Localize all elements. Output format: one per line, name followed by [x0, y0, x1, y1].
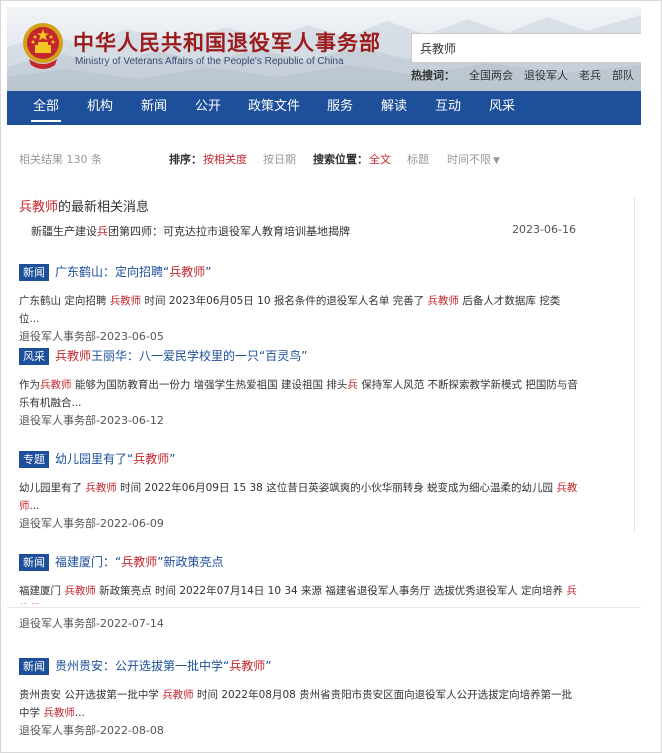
search-result: 新闻 福建厦门：“兵教师”新政策亮点 福建厦门 兵教师 新政策亮点 时间 2022…: [19, 553, 579, 604]
category-badge: 专题: [19, 451, 49, 468]
result-snippet: 幼儿园里有了 兵教师 时间 2022年06月09日 15 38 这位昔日英姿飒爽…: [19, 479, 579, 515]
snippet-text: 广东鹤山 定向招聘: [19, 295, 110, 307]
result-title-link[interactable]: 新闻 贵州贵安：公开选拔第一批中学“兵教师”: [19, 657, 579, 675]
snippet-highlight: 兵教师: [427, 295, 460, 307]
hotword-link[interactable]: 部队: [612, 69, 634, 82]
sort-relevance-link[interactable]: 按相关度: [203, 151, 247, 167]
hotword-link[interactable]: 退役军人: [524, 69, 568, 82]
result-source: 退役军人事务部-2023-06-05: [19, 330, 164, 343]
result-title-link[interactable]: 新闻 广东鹤山：定向招聘“兵教师”: [19, 263, 579, 281]
caret-down-icon: ▼: [493, 156, 500, 166]
snippet-highlight: 兵教师: [85, 482, 117, 494]
scope-all-link[interactable]: 全文: [369, 151, 391, 167]
search-result: 新闻 广东鹤山：定向招聘“兵教师” 广东鹤山 定向招聘 兵教师 时间 2023年0…: [19, 263, 579, 346]
nav-item-service[interactable]: 服务: [319, 91, 361, 125]
hotwords-label: 热搜词：: [411, 69, 455, 82]
snippet-text: ...: [29, 500, 40, 512]
nav-item-policy[interactable]: 政策文件: [241, 91, 307, 125]
snippet-highlight: 兵教师: [109, 295, 142, 307]
snippet-highlight: 兵教师: [40, 379, 72, 391]
time-filter-dropdown[interactable]: 时间不限 ▼: [447, 151, 500, 167]
snippet-text: 能够为国防教育出一份力 增强学生热爱祖国 建设祖国 排头: [71, 379, 348, 391]
national-emblem-icon: [23, 23, 63, 69]
snippet-highlight: 兵: [347, 379, 358, 391]
category-badge: 新闻: [19, 554, 49, 571]
snippet-highlight: 兵教师: [64, 585, 96, 597]
result-source: 退役军人事务部-2022-08-08: [19, 724, 164, 737]
page-frame: 中华人民共和国退役军人事务部 Ministry of Veterans Affa…: [0, 0, 662, 753]
nav-item-public[interactable]: 公开: [187, 91, 229, 125]
category-badge: 风采: [19, 348, 49, 365]
scope-title-link[interactable]: 标题: [407, 151, 429, 167]
snippet-text: 时间 2022年06月09日 15 38 这位昔日英姿飒爽的小伙华丽转身 蜕变成…: [116, 482, 557, 494]
latest-news-item[interactable]: 新疆生产建设兵团第四师：可克达拉市退役军人教育培训基地揭牌 2023-06-16: [31, 223, 576, 239]
result-source: 退役军人事务部-2022-07-14: [19, 617, 164, 630]
latest-news-heading: 兵教师的最新相关消息: [19, 200, 150, 215]
latest-news-date: 2023-06-16: [512, 223, 576, 236]
result-count: 相关结果 130 条: [19, 153, 102, 166]
category-badge: 新闻: [19, 264, 49, 281]
main-nav: 全部 机构 新闻 公开 政策文件 服务 解读 互动 风采: [7, 91, 641, 125]
snippet-highlight: 兵教师: [162, 689, 194, 701]
search-result: 风采 兵教师王丽华：八一爱民学校里的一只“百灵鸟” 作为兵教师 能够为国防教育出一…: [19, 347, 579, 430]
result-snippet: 贵州贵安 公开选拔第一批中学 兵教师 时间 2022年08月08 贵州省贵阳市贵…: [19, 686, 579, 722]
nav-item-all[interactable]: 全部: [25, 91, 67, 125]
divider-horizontal: [7, 607, 641, 608]
hotwords-bar: 热搜词： 全国两会 退役军人 老兵 部队: [411, 67, 641, 83]
site-header: 中华人民共和国退役军人事务部 Ministry of Veterans Affa…: [7, 7, 641, 91]
result-snippet: 作为兵教师 能够为国防教育出一份力 增强学生热爱祖国 建设祖国 排头兵 保持军人…: [19, 376, 579, 412]
nav-item-interpretation[interactable]: 解读: [373, 91, 415, 125]
search-result: 新闻 贵州贵安：公开选拔第一批中学“兵教师” 贵州贵安 公开选拔第一批中学 兵教师…: [19, 657, 579, 740]
search-input[interactable]: [420, 34, 640, 62]
nav-item-institutions[interactable]: 机构: [79, 91, 121, 125]
snippet-text: 时间 2023年06月05日 10 报名条件的退役军人名单 完善了: [141, 295, 428, 307]
snippet-text: 新政策亮点 时间 2022年07月14日 10 34 来源 福建省退役军人事务厅…: [95, 585, 567, 597]
result-title-link[interactable]: 新闻 福建厦门：“兵教师”新政策亮点: [19, 553, 579, 571]
snippet-text: 福建厦门: [19, 585, 65, 597]
sort-date-link[interactable]: 按日期: [263, 151, 296, 167]
search-box: [411, 33, 641, 63]
site-subtitle: Ministry of Veterans Affairs of the Peop…: [75, 56, 344, 67]
result-source: 退役军人事务部-2022-06-09: [19, 517, 164, 530]
divider-vertical: [634, 197, 635, 533]
snippet-text: 幼儿园里有了: [19, 482, 86, 494]
nav-item-interaction[interactable]: 互动: [427, 91, 469, 125]
sort-label: 排序：: [169, 153, 202, 166]
nav-item-news[interactable]: 新闻: [133, 91, 175, 125]
result-title-link[interactable]: 专题 幼儿园里有了“兵教师”: [19, 450, 579, 468]
snippet-text: 作为: [19, 379, 40, 391]
search-result: 专题 幼儿园里有了“兵教师” 幼儿园里有了 兵教师 时间 2022年06月09日 …: [19, 450, 579, 533]
result-source: 退役军人事务部-2023-06-12: [19, 414, 164, 427]
hotword-link[interactable]: 老兵: [579, 69, 601, 82]
result-title-link[interactable]: 风采 兵教师王丽华：八一爱民学校里的一只“百灵鸟”: [19, 347, 579, 365]
nav-item-style[interactable]: 风采: [481, 91, 523, 125]
category-badge: 新闻: [19, 658, 49, 675]
hotword-link[interactable]: 全国两会: [469, 69, 513, 82]
snippet-highlight: 兵教师: [43, 707, 75, 719]
snippet-text: 贵州贵安 公开选拔第一批中学: [19, 689, 163, 701]
snippet-text: ...: [74, 707, 85, 719]
result-snippet: 广东鹤山 定向招聘 兵教师 时间 2023年06月05日 10 报名条件的退役军…: [19, 292, 579, 328]
result-snippet: 福建厦门 兵教师 新政策亮点 时间 2022年07月14日 10 34 来源 福…: [19, 582, 579, 604]
site-title: 中华人民共和国退役军人事务部: [73, 30, 381, 55]
scope-label: 搜索位置：: [313, 153, 368, 166]
